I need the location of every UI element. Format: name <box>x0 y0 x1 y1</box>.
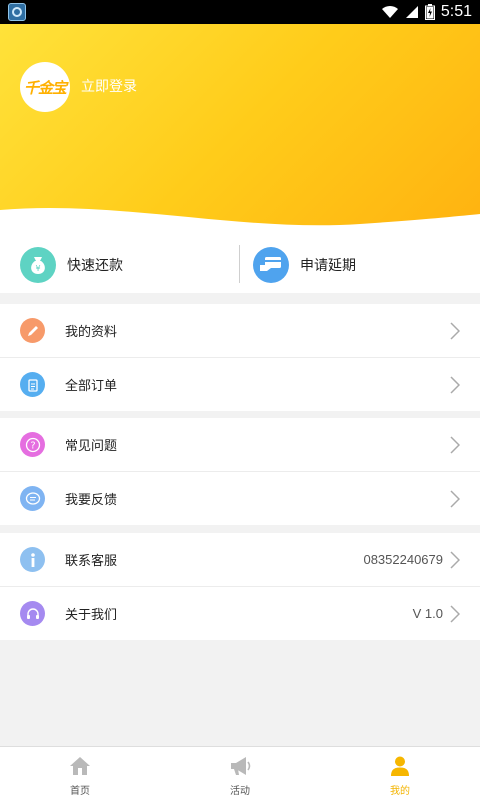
status-bar: 5:51 <box>0 0 480 24</box>
card-extend-icon <box>253 246 289 283</box>
repay-button[interactable]: ¥ 快速还款 <box>20 236 123 293</box>
tab-activity[interactable]: 活动 <box>160 747 320 801</box>
phone-number: 08352240679 <box>363 552 443 567</box>
tab-label: 活动 <box>230 786 250 797</box>
header-wave <box>0 208 480 236</box>
menu-label: 关于我们 <box>65 608 118 623</box>
menu-item-all-orders[interactable]: 全部订单 <box>0 357 480 411</box>
megaphone-icon <box>231 757 251 775</box>
headset-icon <box>20 601 45 626</box>
wifi-icon <box>381 5 398 18</box>
menu-item-my-info[interactable]: 我的资料 <box>0 304 480 357</box>
bottom-tab-bar: 首页 活动 我的 <box>0 746 480 801</box>
menu-item-faq[interactable]: ? 常见问题 <box>0 418 480 471</box>
extend-button[interactable]: 申请延期 <box>253 236 356 293</box>
app-version: V 1.0 <box>412 606 443 621</box>
tab-label: 我的 <box>390 786 410 797</box>
login-link[interactable]: 立即登录 <box>81 76 137 96</box>
menu-group-contact: 联系客服 08352240679 关于我们 V 1.0 <box>0 533 480 640</box>
signal-icon <box>405 6 418 18</box>
question-icon: ? <box>20 432 45 457</box>
menu-label: 联系客服 <box>65 554 118 569</box>
tab-mine[interactable]: 我的 <box>320 747 480 801</box>
chevron-right-icon <box>450 322 460 340</box>
quick-divider <box>239 245 240 283</box>
menu-item-customer-service[interactable]: 联系客服 08352240679 <box>0 533 480 586</box>
chevron-right-icon <box>450 376 460 394</box>
status-icons: 5:51 <box>381 0 472 24</box>
chevron-right-icon <box>450 551 460 569</box>
battery-icon <box>424 4 435 20</box>
chevron-right-icon <box>450 490 460 508</box>
status-time: 5:51 <box>440 3 472 20</box>
menu-group-profile: 我的资料 全部订单 <box>0 304 480 411</box>
menu-item-feedback[interactable]: 我要反馈 <box>0 471 480 525</box>
app-logo[interactable]: 千金宝 <box>20 62 70 112</box>
menu-group-help: ? 常见问题 我要反馈 <box>0 418 480 525</box>
extend-label: 申请延期 <box>300 257 356 274</box>
home-icon <box>70 757 90 775</box>
svg-text:?: ? <box>30 440 35 451</box>
clipboard-icon <box>20 372 45 397</box>
tab-label: 首页 <box>70 786 90 797</box>
chevron-right-icon <box>450 436 460 454</box>
menu-label: 常见问题 <box>65 439 118 454</box>
menu-item-about-us[interactable]: 关于我们 V 1.0 <box>0 586 480 640</box>
user-icon <box>391 756 409 776</box>
app-notification-icon <box>8 3 26 21</box>
repay-label: 快速还款 <box>67 257 123 274</box>
money-bag-icon: ¥ <box>20 246 56 283</box>
menu-label: 全部订单 <box>65 379 118 394</box>
tab-home[interactable]: 首页 <box>0 747 160 801</box>
logo-text: 千金宝 <box>23 78 67 97</box>
svg-text:¥: ¥ <box>35 264 40 273</box>
profile-header: 千金宝 立即登录 <box>0 24 480 236</box>
menu-label: 我要反馈 <box>65 493 118 508</box>
chevron-right-icon <box>450 605 460 623</box>
menu-label: 我的资料 <box>65 325 118 340</box>
pencil-icon <box>20 318 45 343</box>
chat-icon <box>20 486 45 511</box>
quick-actions: ¥ 快速还款 申请延期 <box>0 236 480 293</box>
info-icon <box>20 547 45 572</box>
